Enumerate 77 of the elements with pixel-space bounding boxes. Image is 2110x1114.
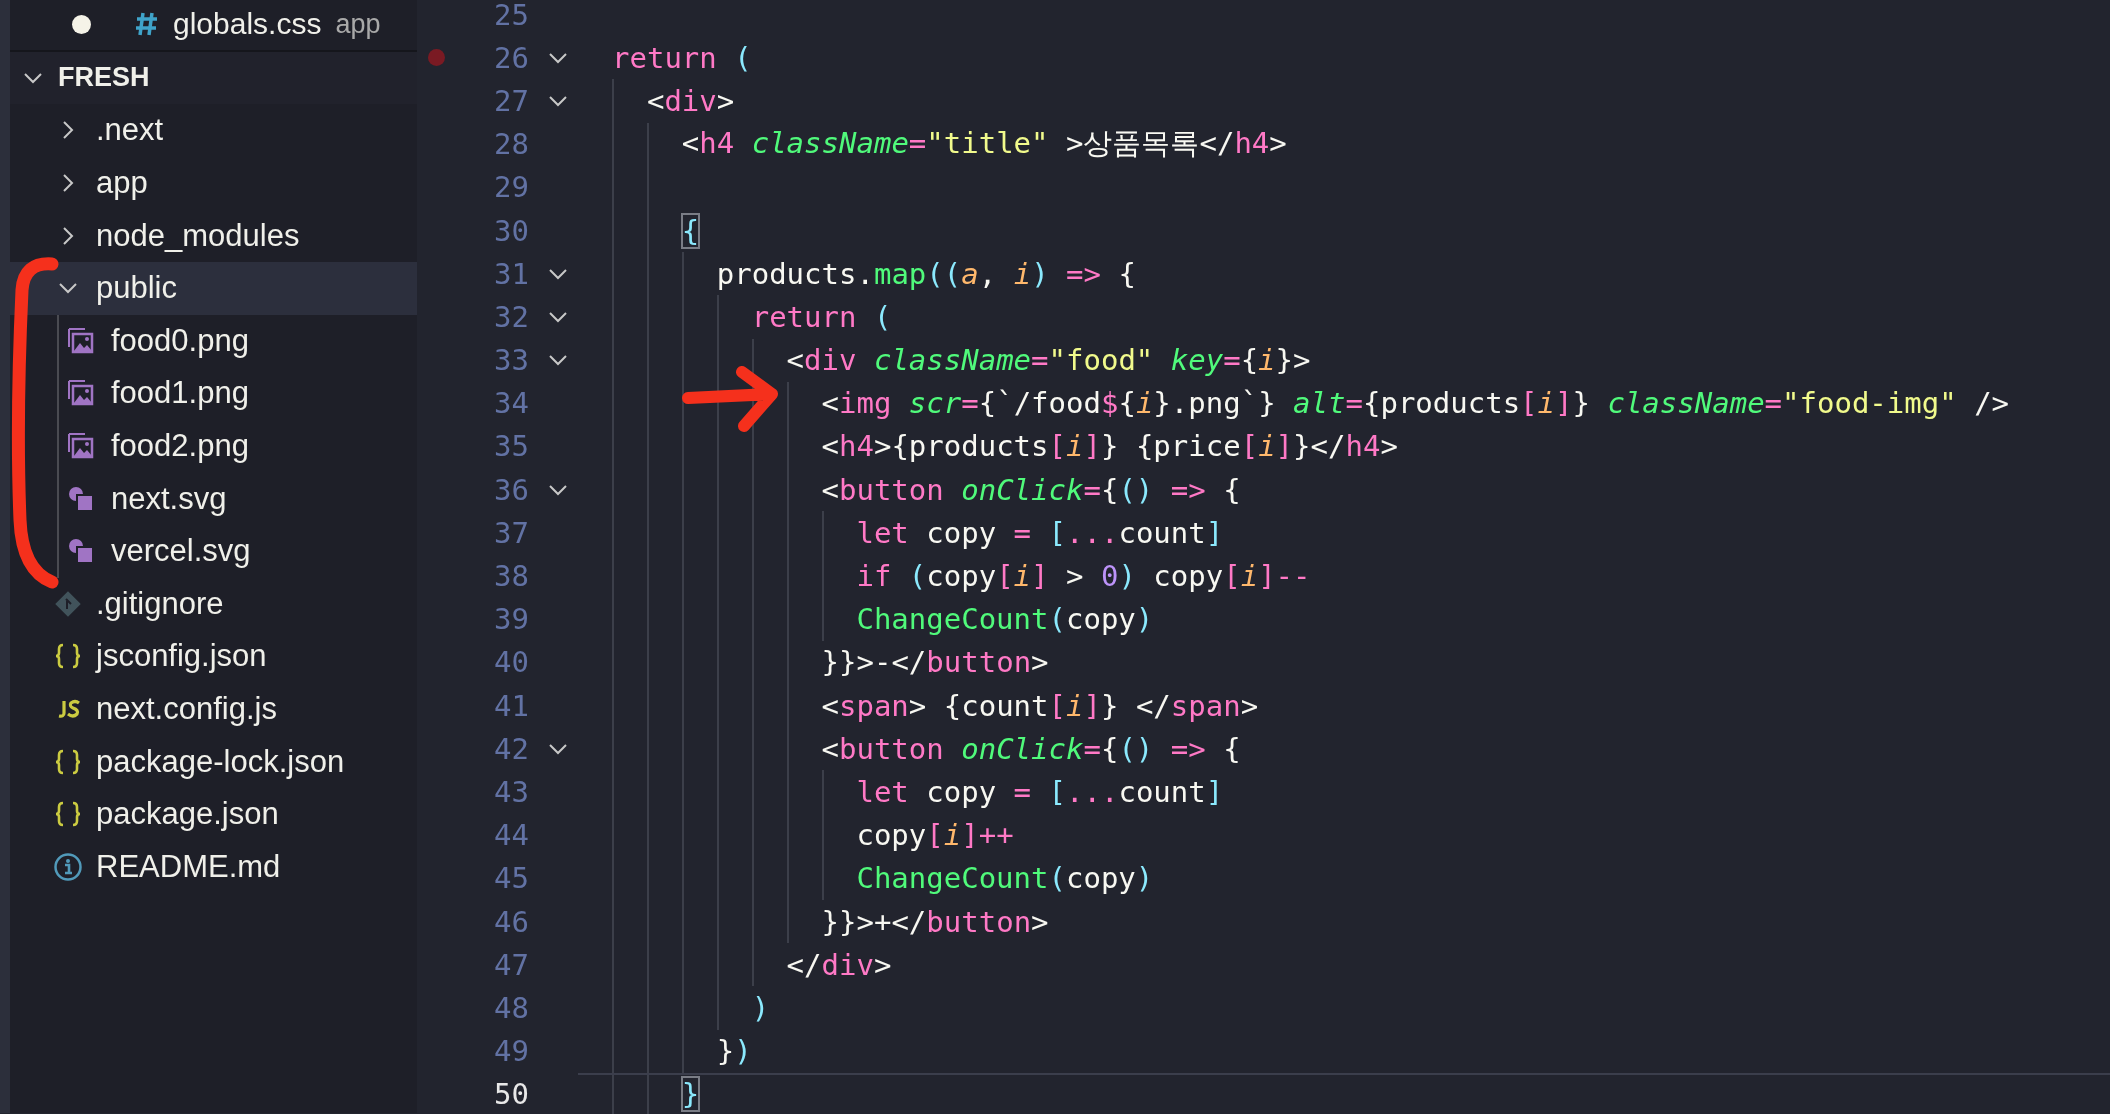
code-line: return ( (751, 299, 892, 334)
braces-icon (54, 747, 82, 776)
line-number: 47 (493, 947, 529, 982)
code-line: <h4>{products[i]} {price[i]}</h4> (821, 429, 1398, 464)
info-icon (53, 851, 83, 882)
breakpoint-dot[interactable] (428, 49, 445, 67)
image-file-icon (67, 432, 95, 461)
explorer-section-header[interactable]: FRESH (10, 51, 417, 105)
code-line: { (681, 213, 700, 248)
line-number: 50 (493, 1077, 529, 1112)
line-number: 28 (493, 127, 529, 162)
line-number: 41 (493, 688, 529, 723)
line-number: 46 (493, 904, 529, 939)
code-line: <img scr={`/food${i}.png`} alt={products[i]} className="food-img" /> (821, 386, 2010, 421)
line-number: 38 (493, 559, 529, 594)
line-number: 48 (493, 990, 529, 1025)
line-number: 44 (493, 818, 529, 853)
code-line: copy[i]++ (856, 818, 1014, 853)
code-line: }}>-</button> (821, 645, 1049, 680)
code-line: }}>+</button> (821, 904, 1049, 939)
shapes-icon (67, 484, 95, 513)
folder-item[interactable]: public (10, 261, 417, 315)
hash-icon (135, 11, 159, 38)
line-number: 25 (493, 0, 529, 32)
code-line: if (copy[i] > 0) copy[i]-- (856, 559, 1311, 594)
file-item[interactable]: next.config.js (10, 682, 417, 736)
line-number: 45 (493, 861, 529, 896)
file-item[interactable]: food1.png (59, 367, 417, 420)
line-number: 36 (493, 472, 529, 507)
code-line: <div> (646, 83, 735, 118)
folder-item[interactable]: .next (10, 104, 417, 157)
line-number: 49 (493, 1034, 529, 1069)
line-number: 35 (493, 429, 529, 464)
file-item[interactable]: jsconfig.json (10, 630, 417, 683)
file-item[interactable]: food0.png (59, 314, 417, 368)
line-number: 29 (493, 170, 529, 205)
file-item[interactable]: .gitignore (10, 577, 417, 631)
code-line: let copy = [...count] (856, 515, 1224, 550)
code-line: return ( (612, 40, 752, 75)
braces-icon (54, 642, 82, 671)
code-line: <button onClick={() => { (821, 472, 1241, 507)
line-number: 26 (493, 40, 529, 75)
braces-icon (54, 800, 82, 829)
code-line: <h4 className="title" >상품목록</h4> (681, 125, 1287, 163)
code-line: ) (751, 990, 770, 1025)
file-item[interactable]: package.json (10, 787, 417, 841)
code-line: ChangeCount(copy) (856, 861, 1154, 896)
line-number: 32 (493, 299, 529, 334)
image-file-icon (67, 326, 95, 355)
line-number: 37 (493, 515, 529, 550)
code-line: let copy = [...count] (856, 774, 1224, 809)
folder-description: app (335, 8, 381, 40)
file-item[interactable]: vercel.svg (59, 524, 417, 578)
file-item[interactable]: food2.png (59, 419, 417, 473)
file-item[interactable]: package-lock.json (10, 735, 417, 788)
code-line: }) (716, 1034, 752, 1069)
code-line: products.map((a, i) => { (716, 256, 1136, 291)
line-number: 43 (493, 774, 529, 809)
folder-item[interactable]: app (10, 156, 417, 210)
code-line: ChangeCount(copy) (856, 602, 1154, 637)
folder-item[interactable]: node_modules (10, 209, 417, 262)
line-number: 34 (493, 386, 529, 421)
file-item[interactable]: next.svg (59, 472, 417, 525)
line-number: 27 (493, 83, 529, 118)
code-line: </div> (786, 947, 892, 982)
code-line: <div className="food" key={i}> (786, 343, 1311, 378)
line-number: 39 (493, 602, 529, 637)
line-number: 30 (493, 213, 529, 248)
code-line: } (681, 1077, 700, 1112)
line-number: 42 (493, 731, 529, 766)
line-number: 33 (493, 343, 529, 378)
image-file-icon (67, 379, 95, 408)
line-number: 31 (493, 256, 529, 291)
file-item[interactable]: README.md (10, 840, 417, 894)
code-line: <span> {count[i]} </span> (821, 688, 1259, 723)
line-number: 40 (493, 645, 529, 680)
code-line: <button onClick={() => { (821, 731, 1241, 766)
